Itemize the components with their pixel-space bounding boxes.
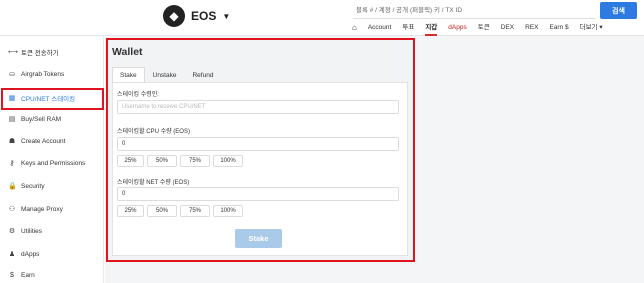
nav-wallet[interactable]: 지갑	[425, 22, 438, 36]
sidebar-highlight-box	[1, 88, 104, 110]
gear-icon: ⚙	[8, 228, 16, 235]
brand-name: EOS	[191, 9, 217, 23]
net-25-button[interactable]: 25%	[117, 205, 144, 217]
sidebar-item-label: Create Account	[21, 137, 66, 145]
cpu-50-button[interactable]: 50%	[147, 155, 177, 167]
dollar-icon: $	[10, 271, 14, 279]
receiver-label: 스테이킹 수령인:	[117, 92, 159, 98]
nav-vote[interactable]: 투표	[402, 22, 414, 36]
net-100-button[interactable]: 100%	[213, 205, 243, 217]
top-header: ◆ EOS ▼ 검색 ⌂ Account 투표 지갑 dApps 토큰 DEX …	[0, 0, 644, 36]
nav-dapps[interactable]: dApps	[448, 22, 466, 36]
net-percent-buttons: 25% 50% 75% 100%	[117, 205, 246, 217]
key-icon: ⚷	[9, 160, 15, 167]
eos-logo-icon: ◆	[163, 5, 185, 27]
create-account-icon: ☗	[8, 138, 16, 145]
cpu-percent-buttons: 25% 50% 75% 100%	[117, 155, 246, 167]
sidebar-item-utilities[interactable]: ⚙ Utilities	[0, 221, 104, 241]
home-icon[interactable]: ⌂	[352, 22, 357, 36]
net-amount-input[interactable]: 0	[117, 187, 399, 201]
nav-rex[interactable]: REX	[525, 22, 538, 36]
sidebar-item-keys-permissions[interactable]: ⚷ Keys and Permissions	[0, 153, 104, 173]
cpu-100-button[interactable]: 100%	[213, 155, 243, 167]
nav-account[interactable]: Account	[368, 22, 392, 36]
sidebar-item-buy-sell-ram[interactable]: ▤ Buy/Sell RAM	[0, 109, 104, 129]
lock-icon: 🔒	[8, 183, 17, 190]
nav-earn[interactable]: Earn $	[549, 22, 568, 36]
sidebar-item-label: 토큰 전송하기	[21, 50, 59, 57]
sidebar-item-transfer[interactable]: ⟷ 토큰 전송하기	[0, 42, 104, 62]
sidebar-item-label: Buy/Sell RAM	[21, 115, 62, 123]
sidebar-item-airgrab[interactable]: ⛀ Airgrab Tokens	[0, 64, 104, 84]
sidebar-item-label: dApps	[21, 250, 40, 258]
nav-tokens[interactable]: 토큰	[478, 22, 490, 36]
sidebar-item-create-account[interactable]: ☗ Create Account	[0, 131, 104, 151]
wallet-tabs: Stake Unstake Refund	[112, 67, 221, 83]
net-50-button[interactable]: 50%	[147, 205, 177, 217]
net-75-button[interactable]: 75%	[180, 205, 210, 217]
search-input[interactable]	[353, 2, 596, 19]
search-bar: 검색	[353, 2, 639, 19]
top-nav: ⌂ Account 투표 지갑 dApps 토큰 DEX REX Earn $ …	[352, 22, 614, 36]
stake-button[interactable]: Stake	[235, 229, 282, 248]
sidebar-item-label: Security	[21, 182, 45, 190]
sidebar-item-label: Manage Proxy	[21, 205, 63, 213]
search-button[interactable]: 검색	[600, 2, 637, 19]
cpu-25-button[interactable]: 25%	[117, 155, 144, 167]
tab-stake[interactable]: Stake	[112, 67, 145, 83]
net-amount-label: 스테이킹할 NET 수량 (EOS)	[117, 180, 190, 186]
sidebar-item-label: Earn	[21, 271, 35, 279]
ram-icon: ▤	[8, 116, 16, 123]
dapps-icon: ♟	[8, 251, 16, 258]
sidebar-item-dapps[interactable]: ♟ dApps	[0, 244, 104, 264]
transfer-icon: ⟷	[8, 49, 19, 56]
cpu-75-button[interactable]: 75%	[180, 155, 210, 167]
sidebar-item-label: Utilities	[21, 227, 42, 235]
cpu-amount-input[interactable]: 0	[117, 137, 399, 151]
users-icon: ⚇	[8, 206, 16, 213]
chevron-down-icon: ▼	[222, 11, 231, 21]
nav-more[interactable]: 더보기 ▾	[580, 22, 603, 36]
sidebar: ⟷ 토큰 전송하기 ⛀ Airgrab Tokens ▦ CPU/NET 스테이…	[0, 36, 104, 283]
receiver-input[interactable]: Username to receive CPU/NET	[117, 100, 399, 114]
sidebar-item-security[interactable]: 🔒 Security	[0, 176, 104, 196]
tab-unstake[interactable]: Unstake	[145, 67, 185, 83]
cpu-amount-label: 스테이킹할 CPU 수량 (EOS)	[117, 129, 190, 135]
sidebar-item-earn[interactable]: $ Earn	[0, 265, 104, 283]
network-selector[interactable]: ◆ EOS ▼	[163, 5, 230, 27]
sidebar-item-label: Keys and Permissions	[21, 159, 86, 167]
sidebar-item-manage-proxy[interactable]: ⚇ Manage Proxy	[0, 199, 104, 219]
airgrab-icon: ⛀	[9, 71, 15, 78]
tab-refund[interactable]: Refund	[184, 67, 221, 83]
nav-dex[interactable]: DEX	[501, 22, 514, 36]
sidebar-item-label: Airgrab Tokens	[21, 70, 65, 78]
page-title: Wallet	[112, 46, 143, 58]
